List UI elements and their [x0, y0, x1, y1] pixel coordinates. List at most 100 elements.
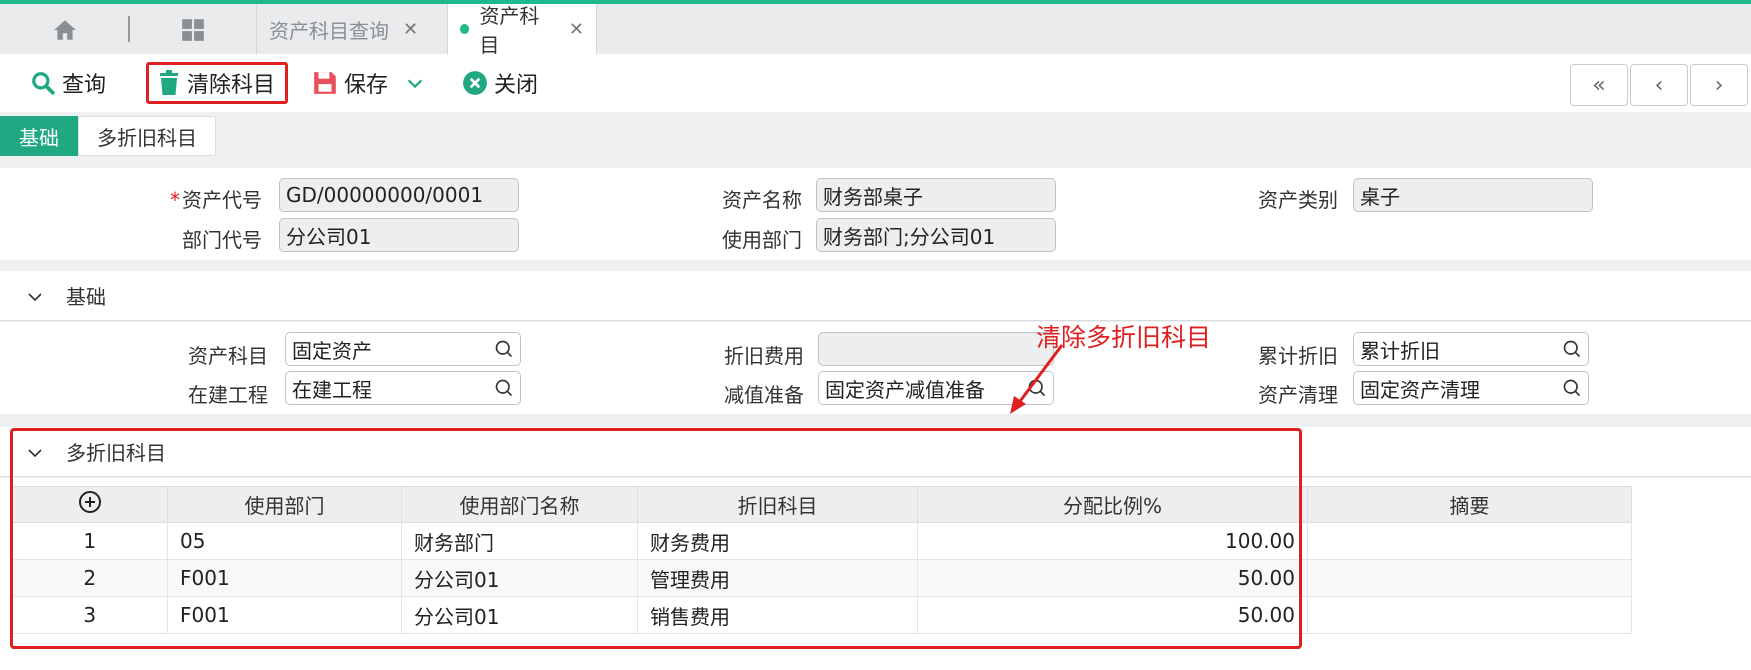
acc-dep-input[interactable]: 累计折旧: [1353, 332, 1589, 366]
floppy-icon: [314, 72, 336, 94]
add-row-button[interactable]: [12, 486, 168, 523]
active-dot-icon: [460, 24, 470, 34]
chevron-down-icon: [28, 449, 42, 458]
ratio-cell[interactable]: 100.00: [917, 522, 1308, 560]
asset-subject-label: 资产科目: [188, 344, 268, 368]
asset-code-label: * 资产代号: [170, 188, 262, 212]
multi-depreciation-table: 使用部门 使用部门名称 折旧科目 分配比例% 摘要 1 05 财务部门 财务费用…: [12, 486, 1632, 634]
impairment-input[interactable]: 固定资产减值准备: [818, 371, 1054, 405]
column-header[interactable]: 折旧科目: [637, 486, 918, 523]
tab-asset-subject-query[interactable]: 资产科目查询 ✕: [256, 4, 448, 54]
dept-cell[interactable]: 05: [167, 522, 402, 560]
plus-circle-icon: [79, 491, 101, 513]
save-label: 保存: [344, 73, 389, 98]
acc-dep-label: 累计折旧: [1258, 344, 1338, 368]
column-header[interactable]: 使用部门: [167, 486, 402, 523]
search-icon[interactable]: [494, 339, 514, 359]
search-icon[interactable]: [494, 378, 514, 398]
toolbar: 查询 清除科目 保存 关闭 « ‹ ›: [0, 54, 1751, 112]
dept-cell[interactable]: F001: [167, 596, 402, 634]
dept-code-label: 部门代号: [182, 228, 262, 252]
header-panel: * 资产代号 GD/00000000/0001 资产名称 财务部桌子 资产类别 桌…: [0, 168, 1751, 260]
disposal-input[interactable]: 固定资产清理: [1353, 371, 1589, 405]
clear-subject-button[interactable]: 清除科目: [146, 62, 288, 104]
home-icon[interactable]: [48, 13, 82, 47]
table-row[interactable]: 2 F001 分公司01 管理费用 50.00: [12, 559, 1632, 597]
row-index: 3: [12, 596, 168, 634]
dept-name-cell[interactable]: 财务部门: [401, 522, 638, 560]
basic-panel: 资产科目 固定资产 折旧费用 累计折旧 累计折旧 在建工程 在建工程 减值准备 …: [0, 322, 1751, 414]
query-label: 查询: [62, 73, 107, 98]
dept-code-field[interactable]: 分公司01: [279, 218, 519, 252]
asset-type-label: 资产类别: [1258, 188, 1338, 212]
row-index: 2: [12, 559, 168, 597]
search-icon: [32, 72, 55, 95]
subject-cell[interactable]: 销售费用: [637, 596, 918, 634]
search-icon[interactable]: [1562, 339, 1582, 359]
dept-cell[interactable]: F001: [167, 559, 402, 597]
column-header[interactable]: 使用部门名称: [401, 486, 638, 523]
search-icon[interactable]: [1027, 378, 1047, 398]
basic-section-header[interactable]: 基础: [0, 271, 1751, 321]
save-button[interactable]: 保存: [304, 62, 434, 104]
tab-label: 资产科目查询: [269, 18, 389, 43]
use-dept-label: 使用部门: [722, 228, 802, 252]
next-record-button[interactable]: ›: [1690, 64, 1748, 106]
close-label: 关闭: [494, 73, 539, 98]
subject-cell[interactable]: 管理费用: [637, 559, 918, 597]
required-icon: *: [170, 188, 180, 212]
memo-cell[interactable]: [1307, 596, 1632, 634]
basic-section-title: 基础: [66, 285, 106, 309]
clear-subject-label: 清除科目: [187, 73, 276, 98]
memo-cell[interactable]: [1307, 522, 1632, 560]
apps-grid-icon[interactable]: [176, 13, 210, 47]
close-circle-icon: [463, 71, 487, 95]
search-icon[interactable]: [1562, 378, 1582, 398]
table-row[interactable]: 1 05 财务部门 财务费用 100.00: [12, 522, 1632, 560]
construction-input[interactable]: 在建工程: [285, 371, 521, 405]
previous-record-button[interactable]: ‹: [1630, 64, 1688, 106]
table-row[interactable]: 3 F001 分公司01 销售费用 50.00: [12, 596, 1632, 634]
subject-cell[interactable]: 财务费用: [637, 522, 918, 560]
tab-bar: 资产科目查询 ✕ 资产科目 ✕: [0, 4, 1751, 57]
row-index: 1: [12, 522, 168, 560]
close-icon[interactable]: ✕: [569, 19, 584, 40]
memo-cell[interactable]: [1307, 559, 1632, 597]
column-header[interactable]: 分配比例%: [917, 486, 1308, 523]
double-chevron-left-icon: «: [1592, 72, 1606, 98]
dept-name-cell[interactable]: 分公司01: [401, 596, 638, 634]
tab-label: 资产科目: [479, 4, 540, 57]
subtab-basic[interactable]: 基础: [0, 116, 78, 156]
chevron-left-icon: ‹: [1654, 72, 1664, 98]
use-dept-field[interactable]: 财务部门;分公司01: [816, 218, 1056, 252]
ratio-cell[interactable]: 50.00: [917, 596, 1308, 634]
query-button[interactable]: 查询: [22, 62, 114, 104]
chevron-down-icon[interactable]: [404, 72, 426, 94]
tab-bar-divider: [128, 16, 130, 42]
ratio-cell[interactable]: 50.00: [917, 559, 1308, 597]
column-header[interactable]: 摘要: [1307, 486, 1632, 523]
asset-code-field[interactable]: GD/00000000/0001: [279, 178, 519, 212]
asset-name-field[interactable]: 财务部桌子: [816, 178, 1056, 212]
multi-section-header[interactable]: 多折旧科目: [0, 427, 1751, 477]
asset-type-field[interactable]: 桌子: [1353, 178, 1593, 212]
dep-expense-field[interactable]: [818, 332, 1054, 366]
close-icon[interactable]: ✕: [403, 19, 418, 40]
impairment-label: 减值准备: [724, 383, 804, 407]
close-button[interactable]: 关闭: [454, 62, 546, 104]
multi-section-title: 多折旧科目: [66, 441, 166, 465]
subtab-multi-depreciation[interactable]: 多折旧科目: [78, 116, 216, 156]
first-record-button[interactable]: «: [1570, 64, 1628, 106]
dept-name-cell[interactable]: 分公司01: [401, 559, 638, 597]
asset-subject-input[interactable]: 固定资产: [285, 332, 521, 366]
sub-tabs: 基础 多折旧科目: [0, 116, 216, 156]
table-header-row: 使用部门 使用部门名称 折旧科目 分配比例% 摘要: [12, 486, 1632, 523]
dep-expense-label: 折旧费用: [724, 344, 804, 368]
trash-icon: [160, 70, 178, 95]
tab-asset-subject[interactable]: 资产科目 ✕: [447, 4, 597, 57]
annotation-text: 清除多折旧科目: [1036, 323, 1212, 352]
chevron-right-icon: ›: [1714, 72, 1724, 98]
construction-label: 在建工程: [188, 383, 268, 407]
chevron-down-icon: [28, 293, 42, 302]
asset-name-label: 资产名称: [722, 188, 802, 212]
